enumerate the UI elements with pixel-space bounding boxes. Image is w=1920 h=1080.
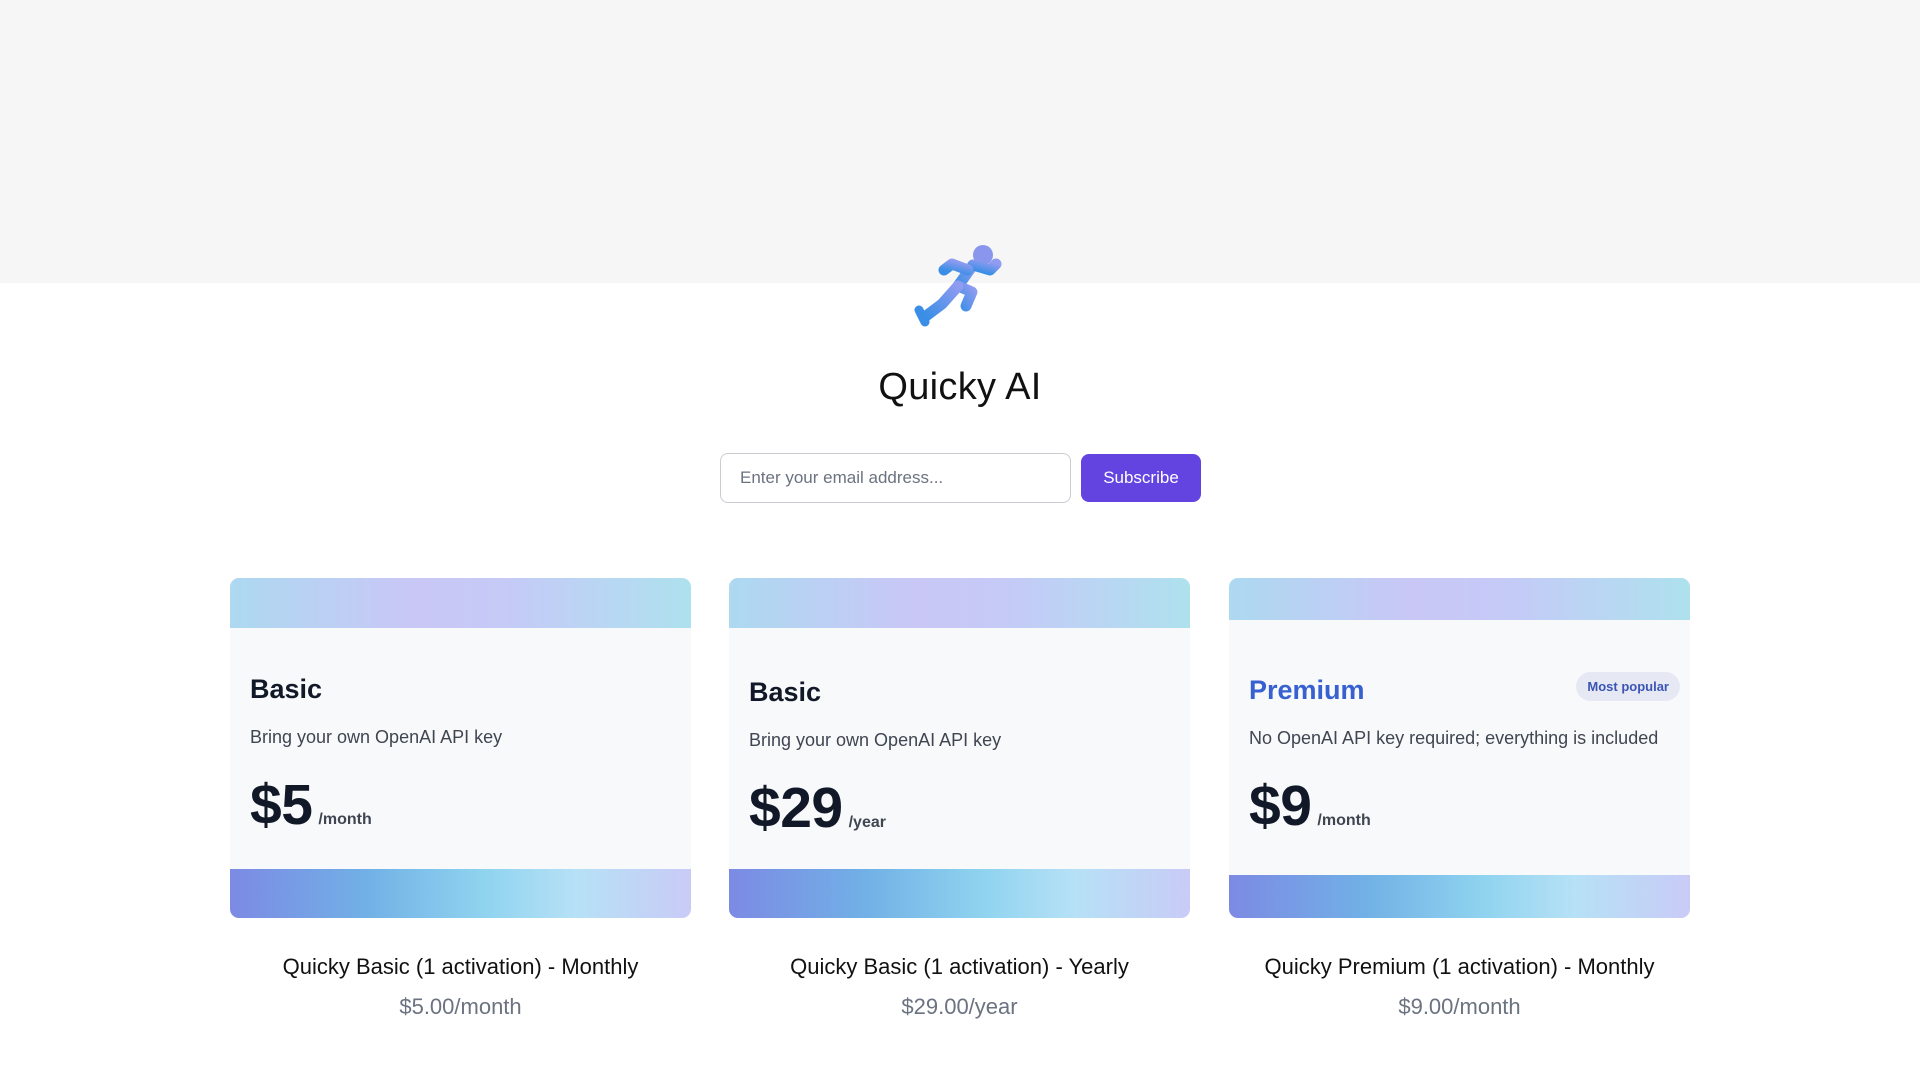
product-name[interactable]: Quicky Premium (1 activation) - Monthly: [1229, 954, 1690, 980]
running-person-icon: [910, 238, 1010, 328]
card-body: Premium Most popular No OpenAI API key r…: [1249, 672, 1680, 839]
email-input[interactable]: [720, 453, 1071, 503]
plan-price: $9: [1249, 774, 1312, 838]
product-name[interactable]: Quicky Basic (1 activation) - Yearly: [729, 954, 1190, 980]
plan-card[interactable]: Basic Bring your own OpenAI API key $5 /…: [230, 578, 691, 918]
product-price: $5.00/month: [399, 994, 522, 1019]
plan-basic-yearly[interactable]: Basic Bring your own OpenAI API key $29 …: [729, 578, 1190, 1020]
product-name[interactable]: Quicky Basic (1 activation) - Monthly: [230, 954, 691, 980]
plan-price: $5: [250, 773, 313, 837]
app-title: Quicky AI: [878, 366, 1042, 408]
plan-description: No OpenAI API key required; everything i…: [1249, 728, 1659, 748]
product-price: $29.00/year: [901, 994, 1018, 1019]
plan-basic-monthly[interactable]: Basic Bring your own OpenAI API key $5 /…: [230, 578, 691, 1020]
most-popular-badge: Most popular: [1576, 672, 1680, 701]
pricing-plans: Basic Bring your own OpenAI API key $5 /…: [230, 578, 1690, 1038]
price-row: $5 /month: [250, 772, 681, 838]
card-footer-gradient: [1229, 875, 1690, 918]
plan-card[interactable]: Premium Most popular No OpenAI API key r…: [1229, 578, 1690, 918]
card-header-gradient: [1229, 578, 1690, 620]
plan-description: Bring your own OpenAI API key: [749, 730, 1002, 750]
plan-tier: Basic: [250, 674, 323, 704]
card-body: Basic Bring your own OpenAI API key $5 /…: [250, 674, 681, 838]
plan-description: Bring your own OpenAI API key: [250, 727, 503, 747]
subscribe-form: Subscribe: [720, 453, 1201, 503]
card-footer-gradient: [729, 869, 1190, 918]
card-header-gradient: [729, 578, 1190, 628]
card-body: Basic Bring your own OpenAI API key $29 …: [749, 677, 1180, 841]
plan-card[interactable]: Basic Bring your own OpenAI API key $29 …: [729, 578, 1190, 918]
plan-tier: Basic: [749, 677, 822, 707]
price-row: $9 /month: [1249, 773, 1680, 839]
plan-period: /year: [848, 814, 886, 831]
card-header-gradient: [230, 578, 691, 628]
price-row: $29 /year: [749, 775, 1180, 841]
plan-price: $29: [749, 776, 843, 840]
subscribe-button[interactable]: Subscribe: [1081, 454, 1201, 502]
plan-period: /month: [318, 811, 372, 828]
product-price: $9.00/month: [1398, 994, 1521, 1019]
plan-period: /month: [1317, 812, 1371, 829]
card-footer-gradient: [230, 869, 691, 918]
plan-premium-monthly[interactable]: Premium Most popular No OpenAI API key r…: [1229, 578, 1690, 1020]
